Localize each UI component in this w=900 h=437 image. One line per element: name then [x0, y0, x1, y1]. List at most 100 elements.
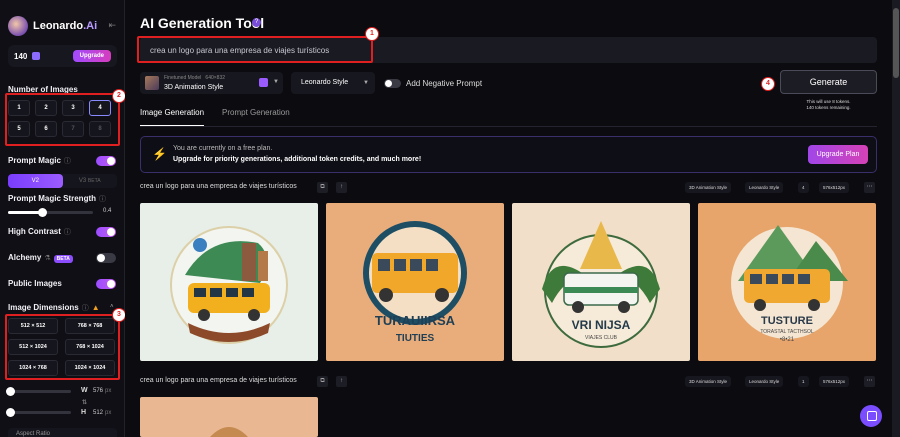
- strength-slider-handle[interactable]: [38, 208, 47, 217]
- model-chip: 3D Animation Style: [685, 376, 732, 387]
- tab-prompt-generation[interactable]: Prompt Generation: [222, 108, 290, 127]
- highlight-box-3: [5, 314, 120, 380]
- help-icon[interactable]: ⓘ: [64, 229, 71, 236]
- copy-icon[interactable]: ⧉: [317, 376, 328, 387]
- callout-4: 4: [761, 77, 775, 91]
- token-count: 140: [14, 51, 28, 61]
- main-panel: AI Generation Tool ? 1 Finetuned Model 6…: [125, 0, 900, 437]
- generated-image-3[interactable]: VRI NIJSA VIAJES CLUB: [512, 203, 690, 361]
- alchemy-label: Alchemy ⚗ BETA: [8, 253, 73, 263]
- negative-prompt-toggle[interactable]: [384, 79, 401, 88]
- chevron-down-icon: ▼: [273, 79, 279, 85]
- callout-3: 3: [112, 308, 126, 322]
- image-4-text: TUSTURE: [761, 315, 813, 327]
- image-2-text: TURAUIIRSA: [375, 313, 456, 328]
- callout-1: 1: [365, 27, 379, 41]
- model-thumbnail: [145, 76, 159, 90]
- help-icon[interactable]: ⓘ: [99, 196, 106, 203]
- generated-image-5[interactable]: [140, 397, 318, 437]
- warning-icon: ▲: [91, 303, 100, 312]
- image-4-subtext: TORASTAL TACTHSOL: [760, 329, 814, 335]
- upgrade-button[interactable]: Upgrade: [72, 50, 111, 62]
- banner-line-1: You are currently on a free plan.: [173, 145, 273, 152]
- collapse-sidebar-icon[interactable]: ⇤: [108, 20, 116, 31]
- height-slider-handle[interactable]: [6, 408, 15, 417]
- prompt-magic-toggle[interactable]: [96, 156, 116, 166]
- more-options-icon[interactable]: ⋯: [864, 182, 875, 193]
- strength-slider[interactable]: [8, 208, 93, 217]
- width-slider[interactable]: [6, 387, 71, 396]
- alchemy-icon: ⚗: [44, 255, 51, 262]
- width-value[interactable]: 576 px: [93, 388, 111, 394]
- public-images-label: Public Images: [8, 279, 62, 288]
- tab-divider: [140, 126, 877, 127]
- height-value[interactable]: 512 px: [93, 410, 111, 416]
- image-dimensions-label: Image Dimensions ⓘ ▲: [8, 303, 100, 312]
- help-icon[interactable]: ⓘ: [64, 158, 71, 165]
- style-chip: Leonardo Style: [745, 182, 784, 193]
- alchemy-toggle[interactable]: [96, 253, 116, 263]
- prompt-magic-strength-label: Prompt Magic Strength ⓘ: [8, 194, 107, 203]
- more-options-icon[interactable]: ⋯: [864, 376, 875, 387]
- generate-button[interactable]: Generate: [780, 70, 877, 94]
- aspect-ratio-select[interactable]: Aspect Ratio: [8, 428, 117, 437]
- version-v3[interactable]: V3 BETA: [63, 174, 118, 188]
- height-label: H: [81, 409, 87, 416]
- lightning-icon: ⚡: [152, 147, 167, 161]
- size-chip: 576x512px: [819, 182, 850, 193]
- model-select[interactable]: Finetuned Model 640×832 3D Animation Sty…: [140, 72, 283, 94]
- count-chip: 4: [798, 182, 809, 193]
- model-settings-icon[interactable]: [259, 78, 268, 87]
- style-select[interactable]: Leonardo Style ▼: [291, 72, 375, 94]
- brand-suffix: .Ai: [83, 20, 98, 32]
- help-icon[interactable]: ?: [252, 18, 261, 27]
- public-images-toggle[interactable]: [96, 279, 116, 289]
- copy-icon[interactable]: ⧉: [317, 182, 328, 193]
- generated-image-2[interactable]: TURAUIIRSA TIUTIES: [326, 203, 504, 361]
- generation-header: crea un logo para una empresa de viajes …: [140, 182, 877, 194]
- prompt-magic-version: V2 V3 BETA: [8, 174, 117, 188]
- help-icon[interactable]: ⓘ: [82, 305, 89, 312]
- image-4-number: •8•21: [780, 337, 795, 343]
- tabs: Image Generation Prompt Generation: [140, 108, 290, 127]
- model-size: 640×832: [205, 75, 226, 81]
- brand-name: Leonardo: [33, 20, 84, 32]
- callout-2: 2: [112, 89, 126, 103]
- generation-prompt: crea un logo para una empresa de viajes …: [140, 183, 297, 190]
- negative-prompt-label: Add Negative Prompt: [406, 79, 483, 88]
- reuse-prompt-icon[interactable]: ↑: [336, 376, 347, 387]
- width-slider-handle[interactable]: [6, 387, 15, 396]
- beta-badge: BETA: [53, 255, 73, 263]
- swap-dimensions-icon[interactable]: ⇅: [82, 399, 87, 406]
- image-3-text: VRI NIJSA: [572, 318, 631, 332]
- width-label: W: [81, 387, 88, 394]
- generation-header: crea un logo para una empresa de viajes …: [140, 376, 877, 388]
- chevron-down-icon: ▼: [363, 80, 369, 86]
- upgrade-plan-button[interactable]: Upgrade Plan: [808, 145, 868, 164]
- banner-line-2: Upgrade for priority generations, additi…: [173, 156, 422, 163]
- high-contrast-toggle[interactable]: [96, 227, 116, 237]
- size-chip: 576x512px: [819, 376, 850, 387]
- generated-image-1[interactable]: [140, 203, 318, 361]
- brand-logo-icon: [8, 16, 28, 36]
- generated-image-4[interactable]: TUSTURE TORASTAL TACTHSOL •8•21: [698, 203, 876, 361]
- highlight-box-2: [5, 93, 120, 146]
- prompt-magic-label: Prompt Magic ⓘ: [8, 156, 71, 165]
- height-slider[interactable]: [6, 408, 71, 417]
- image-3-subtext: VIAJES CLUB: [585, 335, 618, 341]
- tab-image-generation[interactable]: Image Generation: [140, 108, 205, 127]
- chat-support-icon[interactable]: [860, 405, 882, 427]
- strength-value: 0.4: [103, 208, 112, 214]
- page-scrollbar[interactable]: [892, 0, 900, 437]
- model-type: Finetuned Model: [164, 75, 202, 81]
- generation-prompt: crea un logo para una empresa de viajes …: [140, 377, 297, 384]
- token-icon: [32, 52, 41, 60]
- version-v2[interactable]: V2: [8, 174, 63, 188]
- high-contrast-label: High Contrast ⓘ: [8, 227, 71, 236]
- chevron-up-icon[interactable]: ˄: [110, 304, 114, 310]
- brand[interactable]: Leonardo.Ai: [8, 16, 97, 36]
- highlight-box-1: [137, 36, 373, 63]
- reuse-prompt-icon[interactable]: ↑: [336, 182, 347, 193]
- generate-note: This will use 8 tokens. 140 tokens remai…: [806, 99, 851, 110]
- free-plan-banner: ⚡ You are currently on a free plan. Upgr…: [140, 136, 877, 173]
